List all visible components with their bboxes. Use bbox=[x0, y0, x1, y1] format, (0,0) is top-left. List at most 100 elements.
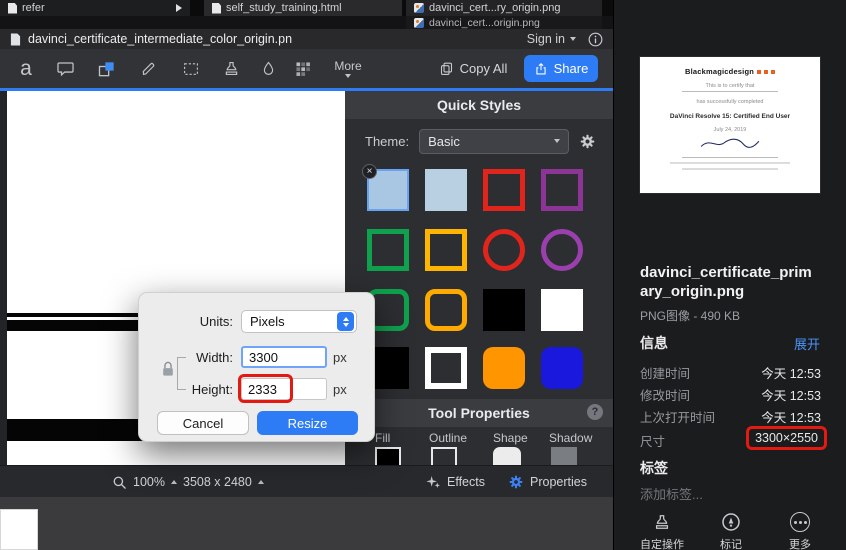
comment-tool-button[interactable] bbox=[50, 49, 80, 88]
tab-label: self_study_training.html bbox=[226, 2, 342, 14]
info-label: 创建时间 bbox=[640, 367, 691, 381]
selection-tool-button[interactable] bbox=[176, 49, 206, 88]
info-row: 修改时间 今天 12:53 bbox=[640, 382, 821, 404]
more-button[interactable]: More bbox=[328, 49, 368, 88]
info-label: 修改时间 bbox=[640, 389, 691, 403]
expand-link[interactable]: 展开 bbox=[794, 334, 820, 353]
color-tool-button[interactable] bbox=[254, 49, 282, 88]
info-row: 上次打开时间 今天 12:53 bbox=[640, 404, 821, 426]
info-icon[interactable] bbox=[588, 32, 603, 47]
copy-all-label: Copy All bbox=[459, 61, 508, 76]
marker-tool-button[interactable] bbox=[134, 49, 164, 88]
markup-app-window: refer self_study_training.html davinci_c… bbox=[0, 0, 613, 550]
help-button[interactable]: ? bbox=[587, 404, 603, 420]
annotation-red-box: 3300×2550 bbox=[746, 426, 827, 450]
zoom-level: 100% bbox=[133, 475, 165, 489]
style-swatch[interactable] bbox=[425, 229, 467, 271]
theme-select[interactable]: Basic bbox=[419, 128, 570, 154]
tab-refer[interactable]: refer bbox=[0, 0, 190, 16]
share-button[interactable]: Share bbox=[524, 55, 598, 82]
style-swatch[interactable] bbox=[425, 289, 467, 331]
style-swatch[interactable] bbox=[367, 229, 409, 271]
outline-swatch[interactable] bbox=[431, 447, 457, 465]
style-swatch-selected[interactable]: × bbox=[362, 164, 409, 211]
style-swatch[interactable] bbox=[483, 347, 525, 389]
style-swatch[interactable] bbox=[541, 347, 583, 389]
document-icon bbox=[8, 2, 17, 14]
tab-self-study-training[interactable]: self_study_training.html bbox=[204, 0, 402, 16]
sign-in-button[interactable]: Sign in bbox=[527, 32, 576, 46]
certificate-rule bbox=[682, 157, 778, 158]
shape-swatch[interactable] bbox=[493, 447, 521, 465]
certificate-text-bar bbox=[670, 162, 790, 164]
logo-block bbox=[764, 69, 769, 74]
resize-button[interactable]: Resize bbox=[257, 411, 358, 435]
fill-label: Fill bbox=[375, 431, 391, 445]
info-label: 尺寸 bbox=[640, 435, 666, 449]
units-select[interactable]: Pixels bbox=[241, 310, 357, 333]
outline-label: Outline bbox=[429, 431, 468, 445]
canvas-edge bbox=[0, 91, 7, 465]
theme-settings-gear-icon[interactable] bbox=[579, 133, 596, 150]
chevron-down-icon bbox=[345, 74, 351, 78]
quick-action-custom[interactable]: 自定操作 bbox=[630, 512, 694, 550]
logo-block bbox=[757, 69, 762, 74]
style-swatch[interactable] bbox=[541, 169, 583, 211]
style-swatch[interactable] bbox=[483, 289, 525, 331]
canvas-size-control[interactable]: 3508 x 2480 bbox=[183, 466, 264, 498]
zoom-control[interactable]: 100% bbox=[112, 466, 177, 498]
add-tags-button[interactable]: 添加标签... bbox=[640, 484, 703, 503]
shadow-swatch[interactable] bbox=[551, 447, 577, 465]
image-icon bbox=[414, 17, 424, 28]
chevron-down-icon bbox=[554, 139, 561, 143]
copy-icon bbox=[440, 62, 452, 75]
stamp-tool-button[interactable] bbox=[216, 49, 246, 88]
play-icon[interactable] bbox=[176, 4, 182, 12]
effects-button[interactable]: Effects bbox=[425, 466, 485, 498]
width-input[interactable] bbox=[241, 346, 327, 368]
pixelate-icon bbox=[296, 61, 310, 76]
certificate-line: has successfully completed bbox=[696, 99, 764, 105]
copy-all-button[interactable]: Copy All bbox=[432, 49, 514, 88]
quick-action-markup[interactable]: 标记 bbox=[699, 512, 763, 550]
tab-label: davinci_cert...origin.png bbox=[429, 16, 540, 29]
theme-value: Basic bbox=[428, 133, 460, 149]
certificate-thumbnail[interactable]: Blackmagicdesign This is to certify that… bbox=[640, 57, 820, 193]
style-swatch[interactable] bbox=[425, 347, 467, 389]
pixelate-tool-button[interactable] bbox=[288, 49, 318, 88]
status-bar: 100% 3508 x 2480 Effects Properties bbox=[0, 465, 613, 497]
certificate-rule bbox=[682, 91, 778, 92]
style-swatch[interactable] bbox=[483, 169, 525, 211]
cancel-button[interactable]: Cancel bbox=[157, 411, 249, 435]
style-swatch[interactable] bbox=[425, 169, 467, 211]
tool-properties-title: Tool Properties bbox=[345, 399, 613, 427]
info-label: 上次打开时间 bbox=[640, 411, 716, 425]
style-swatch[interactable] bbox=[541, 229, 583, 271]
certificate-date: July 24, 2019 bbox=[713, 127, 747, 133]
tab-label: davinci_cert...ry_origin.png bbox=[429, 2, 561, 14]
window-title: davinci_certificate_intermediate_color_o… bbox=[28, 32, 293, 46]
tags-section-title: 标签 bbox=[640, 460, 668, 476]
certificate-brand: Blackmagicdesign bbox=[684, 67, 755, 76]
shapes-tool-button[interactable] bbox=[92, 49, 122, 88]
text-tool-button[interactable]: a bbox=[14, 49, 38, 88]
chevron-up-icon bbox=[170, 480, 177, 484]
stepper-icon bbox=[337, 312, 354, 331]
quick-action-more[interactable]: 更多 bbox=[768, 512, 832, 550]
style-swatch[interactable] bbox=[483, 229, 525, 271]
stamp-icon bbox=[225, 61, 237, 76]
height-label: Height: bbox=[191, 382, 233, 397]
width-label: Width: bbox=[196, 350, 233, 365]
tab-davinci-cert-origin[interactable]: davinci_cert...origin.png bbox=[406, 16, 602, 29]
fill-swatch[interactable] bbox=[375, 447, 401, 465]
properties-button[interactable]: Properties bbox=[508, 466, 587, 498]
width-unit: px bbox=[333, 350, 347, 365]
annotation-red-box bbox=[238, 374, 293, 403]
remove-style-badge[interactable]: × bbox=[362, 164, 377, 179]
info-value: 今天 12:53 bbox=[761, 411, 821, 425]
info-section-title: 信息 bbox=[640, 335, 668, 351]
preview-panel: Blackmagicdesign This is to certify that… bbox=[613, 0, 846, 550]
tab-davinci-cert-primary[interactable]: davinci_cert...ry_origin.png bbox=[406, 0, 602, 16]
style-swatch[interactable] bbox=[541, 289, 583, 331]
screen: refer self_study_training.html davinci_c… bbox=[0, 0, 846, 550]
